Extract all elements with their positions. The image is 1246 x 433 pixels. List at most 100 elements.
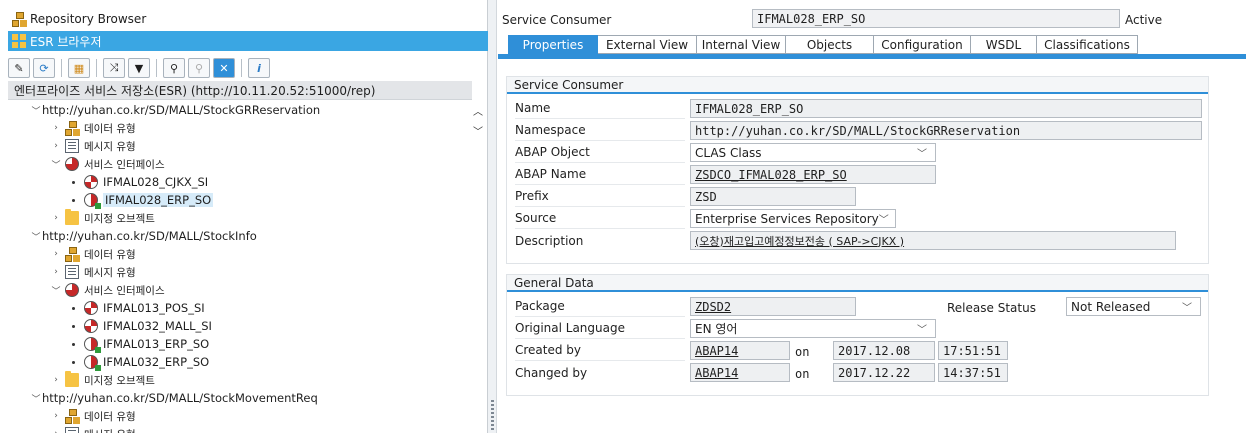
refresh-icon[interactable]: ⟳ bbox=[33, 58, 55, 78]
chevron-down-icon[interactable]: ﹀ bbox=[50, 158, 62, 171]
tree-object-node[interactable]: IFMAL028_CJKX_SI bbox=[68, 173, 208, 191]
chevron-right-icon[interactable]: › bbox=[50, 123, 62, 133]
tree-category-node[interactable]: › 미지정 오브젝트 bbox=[50, 209, 155, 227]
tree-node-label: 미지정 오브젝트 bbox=[84, 374, 155, 387]
tree-object-node[interactable]: IFMAL032_MALL_SI bbox=[68, 317, 212, 335]
tab-properties[interactable]: Properties bbox=[508, 35, 598, 54]
tree-object-node[interactable]: IFMAL013_POS_SI bbox=[68, 299, 205, 317]
namespace-label: Namespace bbox=[515, 120, 685, 141]
namespace-field[interactable]: http://yuhan.co.kr/SD/MALL/StockGRReserv… bbox=[690, 121, 1202, 140]
connect-icon[interactable]: ⤨ bbox=[103, 58, 125, 78]
object-name-field[interactable]: IFMAL028_ERP_SO bbox=[752, 9, 1120, 28]
chevron-right-icon[interactable]: › bbox=[50, 375, 62, 385]
esr-browser-header[interactable]: ESR 브라우저 bbox=[8, 31, 488, 51]
tree-namespace-node[interactable]: ﹀ http://yuhan.co.kr/SD/MALL/StockGRReser… bbox=[30, 101, 320, 119]
changed-time-field[interactable]: 14:37:51 bbox=[938, 363, 1008, 382]
package-field[interactable]: ZDSD2 bbox=[690, 297, 856, 316]
message-type-icon bbox=[65, 139, 79, 153]
scroll-down-icon[interactable]: ﹀ bbox=[473, 123, 483, 138]
tab-internal-view[interactable]: Internal View bbox=[697, 35, 786, 54]
tree-node-label: http://yuhan.co.kr/SD/MALL/StockGRReserv… bbox=[42, 103, 321, 117]
close-icon[interactable]: ✕ bbox=[213, 58, 235, 78]
wand-icon[interactable]: ✎ bbox=[8, 58, 30, 78]
chevron-down-icon: ﹀ bbox=[1182, 303, 1192, 314]
tree-node-label: http://yuhan.co.kr/SD/MALL/StockMovement… bbox=[42, 391, 318, 405]
data-type-icon bbox=[65, 121, 79, 136]
tree-namespace-node[interactable]: ﹀ http://yuhan.co.kr/SD/MALL/StockMovemen… bbox=[30, 389, 318, 407]
tree-category-node[interactable]: › 메시지 유형 bbox=[50, 137, 136, 155]
chevron-right-icon[interactable]: › bbox=[50, 411, 62, 421]
repository-tree: ﹀ http://yuhan.co.kr/SD/MALL/StockGRReser… bbox=[8, 100, 470, 433]
original-language-select[interactable]: EN 영어 ﹀ bbox=[690, 319, 936, 338]
tab-wsdl[interactable]: WSDL bbox=[971, 35, 1037, 54]
tab-underline bbox=[498, 54, 1246, 59]
bullet-icon bbox=[72, 306, 75, 310]
message-type-icon bbox=[65, 427, 79, 433]
tree-category-node[interactable]: › 메시지 유형 bbox=[50, 263, 136, 281]
message-type-icon bbox=[65, 265, 79, 279]
chevron-right-icon[interactable]: › bbox=[50, 141, 62, 151]
chevron-right-icon[interactable]: › bbox=[50, 267, 62, 277]
name-field[interactable]: IFMAL028_ERP_SO bbox=[690, 99, 1202, 118]
tree-category-node[interactable]: › 데이터 유형 bbox=[50, 245, 136, 263]
filter-icon[interactable]: ▼ bbox=[128, 58, 150, 78]
tree-category-node[interactable]: › 미지정 오브젝트 bbox=[50, 371, 155, 389]
changed-date-field[interactable]: 2017.12.22 bbox=[833, 363, 935, 382]
tree-category-node[interactable]: ﹀ 서비스 인터페이스 bbox=[50, 155, 165, 173]
tree-category-node[interactable]: › 데이터 유형 bbox=[50, 119, 136, 137]
created-time-value: 17:51:51 bbox=[943, 343, 1001, 358]
created-date-field[interactable]: 2017.12.08 bbox=[833, 341, 935, 360]
pane-splitter[interactable] bbox=[488, 0, 497, 433]
tree-object-node[interactable]: IFMAL013_ERP_SO bbox=[68, 335, 209, 353]
source-select[interactable]: Enterprise Services Repository ﹀ bbox=[690, 209, 896, 228]
chevron-right-icon[interactable]: › bbox=[50, 249, 62, 259]
package-value: ZDSD2 bbox=[695, 299, 732, 314]
description-field[interactable]: (오창)재고입고예정정보전송 ( SAP->CJKX ) bbox=[690, 231, 1176, 250]
layout-icon[interactable]: ▦ bbox=[68, 58, 90, 78]
tab-configuration[interactable]: Configuration bbox=[874, 35, 971, 54]
tab-external-view[interactable]: External View bbox=[598, 35, 697, 54]
abap-name-value: ZSDCO_IFMAL028_ERP_SO bbox=[695, 167, 847, 182]
esr-browser-label: ESR 브라우저 bbox=[30, 34, 102, 49]
chevron-down-icon[interactable]: ﹀ bbox=[30, 392, 42, 405]
tab-label: Properties bbox=[522, 37, 584, 52]
tree-namespace-node[interactable]: ﹀ http://yuhan.co.kr/SD/MALL/StockInfo bbox=[30, 227, 256, 245]
created-time-field[interactable]: 17:51:51 bbox=[938, 341, 1008, 360]
chevron-down-icon[interactable]: ﹀ bbox=[50, 284, 62, 297]
chevron-down-icon[interactable]: ﹀ bbox=[30, 230, 42, 243]
changed-by-value: ABAP14 bbox=[695, 365, 739, 380]
tree-node-label: IFMAL028_ERP_SO bbox=[103, 193, 214, 207]
created-by-field[interactable]: ABAP14 bbox=[690, 341, 790, 360]
scroll-up-icon[interactable]: ︿ bbox=[473, 103, 483, 118]
abap-name-field[interactable]: ZSDCO_IFMAL028_ERP_SO bbox=[690, 165, 936, 184]
tab-objects[interactable]: Objects bbox=[786, 35, 874, 54]
created-on-label: on bbox=[795, 344, 810, 359]
tree-node-label: 서비스 인터페이스 bbox=[84, 284, 165, 297]
abap-object-select[interactable]: CLAS Class ﹀ bbox=[690, 143, 936, 162]
repository-browser-header[interactable]: Repository Browser bbox=[8, 9, 488, 29]
esr-repository-header: 엔터프라이즈 서비스 저장소(ESR) (http://10.11.20.52:… bbox=[8, 81, 472, 100]
name-value: IFMAL028_ERP_SO bbox=[695, 101, 804, 116]
service-icon bbox=[84, 301, 98, 315]
tree-category-node[interactable]: ﹀ 서비스 인터페이스 bbox=[50, 281, 165, 299]
binoculars-icon[interactable]: ⚲ bbox=[163, 58, 185, 78]
chevron-right-icon[interactable]: › bbox=[50, 429, 62, 433]
release-status-select[interactable]: Not Released ﹀ bbox=[1066, 297, 1201, 316]
service-icon bbox=[84, 175, 98, 189]
tree-scrollbar[interactable]: ︿ ﹀ bbox=[471, 100, 485, 140]
info-icon[interactable]: i bbox=[248, 58, 270, 78]
chevron-down-icon: ﹀ bbox=[917, 149, 927, 160]
prefix-field[interactable]: ZSD bbox=[690, 187, 856, 206]
chevron-down-icon[interactable]: ﹀ bbox=[30, 104, 42, 117]
chevron-right-icon[interactable]: › bbox=[50, 213, 62, 223]
changed-by-field[interactable]: ABAP14 bbox=[690, 363, 790, 382]
tree-object-node[interactable]: IFMAL032_ERP_SO bbox=[68, 353, 209, 371]
tree-object-node[interactable]: IFMAL028_ERP_SO bbox=[68, 191, 214, 209]
tree-category-node[interactable]: › 데이터 유형 bbox=[50, 407, 136, 425]
splitter-grip-icon[interactable] bbox=[491, 400, 494, 430]
chevron-down-icon: ﹀ bbox=[917, 325, 927, 336]
tree-category-node[interactable]: › 메시지 유형 bbox=[50, 425, 136, 433]
tab-classifications[interactable]: Classifications bbox=[1037, 35, 1138, 54]
binoculars-disabled-icon[interactable]: ⚲ bbox=[188, 58, 210, 78]
bullet-icon bbox=[72, 360, 75, 364]
